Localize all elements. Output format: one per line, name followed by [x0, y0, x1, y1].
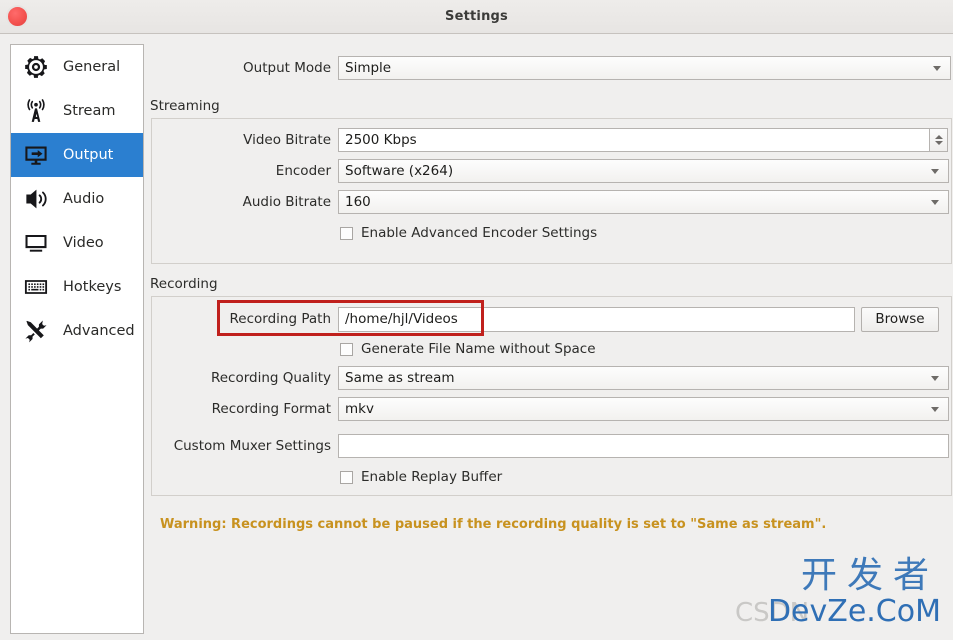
sidebar-item-advanced[interactable]: Advanced	[11, 309, 143, 353]
recording-path-value: /home/hjl/Videos	[345, 311, 458, 327]
monitor-icon	[23, 230, 49, 256]
custom-muxer-row: Custom Muxer Settings	[152, 434, 951, 458]
advanced-encoder-checkbox[interactable]	[340, 226, 353, 240]
sidebar-item-audio[interactable]: Audio	[11, 177, 143, 221]
advanced-encoder-checkbox-row[interactable]: Enable Advanced Encoder Settings	[340, 225, 597, 241]
recording-group-title: Recording	[150, 276, 218, 292]
sidebar-item-output[interactable]: Output	[11, 133, 143, 177]
video-bitrate-stepper[interactable]	[929, 128, 948, 152]
recording-quality-select[interactable]: Same as stream	[338, 366, 949, 390]
speaker-icon	[23, 186, 49, 212]
sidebar-item-stream[interactable]: Stream	[11, 89, 143, 133]
chevron-down-icon	[931, 375, 939, 381]
recording-path-label: Recording Path	[229, 311, 331, 327]
encoder-select[interactable]: Software (x264)	[338, 159, 949, 183]
generate-no-space-label: Generate File Name without Space	[361, 341, 596, 357]
recording-path-input[interactable]: /home/hjl/Videos	[338, 306, 855, 332]
recording-quality-value: Same as stream	[345, 370, 455, 386]
sidebar-item-label: Stream	[63, 103, 116, 119]
antenna-icon	[23, 98, 49, 124]
stepper-up-icon[interactable]	[934, 135, 943, 139]
output-settings-pane: Output Mode Simple Streaming Video Bitra…	[150, 44, 953, 640]
sidebar-item-label: Advanced	[63, 323, 135, 339]
output-mode-value: Simple	[345, 60, 392, 76]
sidebar-item-video[interactable]: Video	[11, 221, 143, 265]
sidebar-item-label: Video	[63, 235, 104, 251]
audio-bitrate-label: Audio Bitrate	[242, 194, 331, 210]
output-mode-row: Output Mode Simple	[150, 56, 953, 80]
audio-bitrate-row: Audio Bitrate 160	[152, 190, 951, 214]
recording-quality-label: Recording Quality	[210, 370, 331, 386]
video-bitrate-row: Video Bitrate 2500 Kbps	[152, 128, 951, 152]
custom-muxer-input[interactable]	[338, 434, 949, 458]
gear-icon	[23, 54, 49, 80]
stepper-down-icon[interactable]	[934, 141, 943, 145]
watermark-english-text: DevZe.CoM	[767, 594, 941, 629]
audio-bitrate-select[interactable]: 160	[338, 190, 949, 214]
audio-bitrate-value: 160	[345, 194, 371, 210]
recording-format-value: mkv	[345, 401, 374, 417]
recording-quality-row: Recording Quality Same as stream	[152, 366, 951, 390]
chevron-down-icon	[933, 65, 941, 71]
encoder-label: Encoder	[275, 163, 331, 179]
title-bar: Settings	[0, 0, 953, 34]
sidebar-item-hotkeys[interactable]: Hotkeys	[11, 265, 143, 309]
browse-button[interactable]: Browse	[861, 306, 939, 332]
sidebar-item-label: Hotkeys	[63, 279, 122, 295]
recording-warning-text: Warning: Recordings cannot be paused if …	[160, 517, 827, 532]
recording-format-row: Recording Format mkv	[152, 397, 951, 421]
generate-no-space-checkbox[interactable]	[340, 342, 353, 356]
chevron-down-icon	[931, 406, 939, 412]
advanced-encoder-label: Enable Advanced Encoder Settings	[361, 225, 598, 241]
chevron-down-icon	[931, 199, 939, 205]
recording-path-row: Recording Path /home/hjl/Videos Browse	[152, 306, 951, 332]
video-bitrate-label: Video Bitrate	[243, 132, 331, 148]
video-bitrate-value: 2500 Kbps	[345, 132, 417, 148]
sidebar-item-label: Output	[63, 147, 114, 163]
replay-buffer-checkbox[interactable]	[340, 470, 353, 484]
settings-sidebar: General Stream Output Audio Video Hotkey…	[10, 44, 144, 634]
generate-no-space-checkbox-row[interactable]: Generate File Name without Space	[340, 341, 596, 357]
encoder-value: Software (x264)	[345, 163, 454, 179]
output-mode-label: Output Mode	[243, 60, 331, 76]
monitor-arrow-icon	[23, 142, 49, 168]
output-mode-select[interactable]: Simple	[338, 56, 951, 80]
recording-format-label: Recording Format	[211, 401, 331, 417]
watermark-chinese-text: 开发者	[800, 555, 939, 596]
sidebar-item-general[interactable]: General	[11, 45, 143, 89]
encoder-row: Encoder Software (x264)	[152, 159, 951, 183]
settings-window: Settings General Stream Output Audio Vid…	[0, 0, 953, 640]
streaming-group-title: Streaming	[150, 98, 220, 114]
close-button[interactable]	[7, 6, 28, 27]
watermark: CSDN 开发者 DevZe.CoM	[735, 556, 945, 634]
sidebar-item-label: General	[63, 59, 121, 75]
tools-icon	[23, 318, 49, 344]
keyboard-icon	[23, 274, 49, 300]
custom-muxer-label: Custom Muxer Settings	[173, 438, 331, 454]
window-title: Settings	[445, 9, 508, 24]
replay-buffer-label: Enable Replay Buffer	[361, 469, 503, 485]
sidebar-item-label: Audio	[63, 191, 105, 207]
replay-buffer-checkbox-row[interactable]: Enable Replay Buffer	[340, 469, 502, 485]
recording-format-select[interactable]: mkv	[338, 397, 949, 421]
chevron-down-icon	[931, 168, 939, 174]
video-bitrate-input[interactable]: 2500 Kbps	[338, 128, 930, 152]
